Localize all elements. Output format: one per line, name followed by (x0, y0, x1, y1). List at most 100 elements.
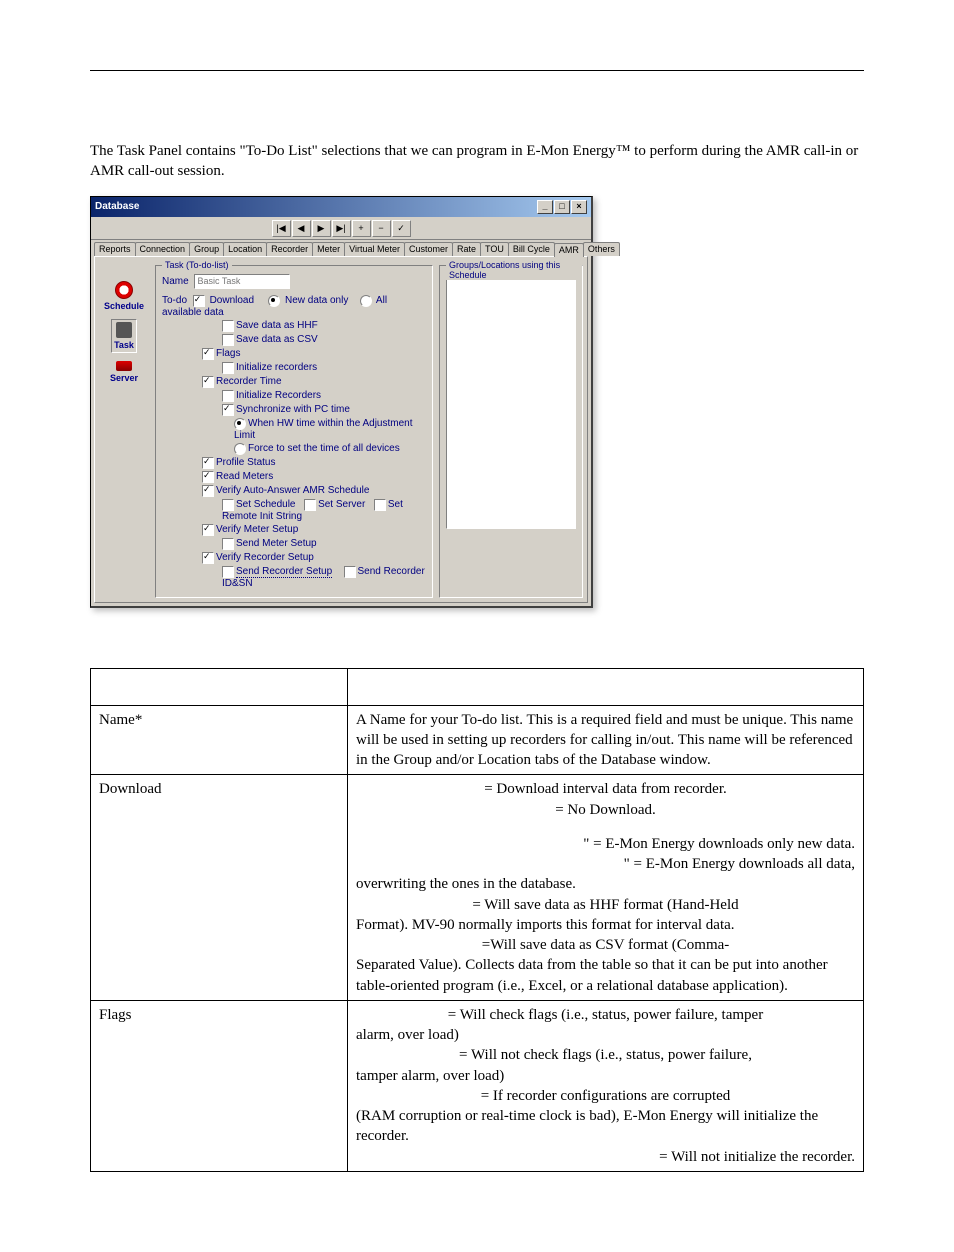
field-name-desc: A Name for your To-do list. This is a re… (348, 705, 864, 775)
set-remote-init-checkbox[interactable] (374, 499, 386, 511)
new-data-only-label: New data only (285, 295, 348, 306)
name-input[interactable]: Basic Task (194, 274, 290, 289)
download-label: Download (210, 295, 254, 306)
field-flags-cell: Flags (91, 1000, 348, 1171)
download-checkbox[interactable] (193, 295, 205, 307)
tab-reports[interactable]: Reports (94, 242, 136, 256)
table-header-blank1 (91, 668, 348, 705)
send-recorder-setup-checkbox[interactable] (222, 566, 234, 578)
window-title: Database (95, 201, 139, 212)
last-button[interactable]: ▶| (332, 220, 351, 237)
set-schedule-label: Set Schedule (236, 499, 296, 510)
field-download-cell: Download (91, 775, 348, 1001)
sidebar-label: Schedule (104, 301, 144, 311)
save-hhf-checkbox[interactable] (222, 320, 234, 332)
verify-recorder-setup-checkbox[interactable] (202, 552, 214, 564)
sidebar-item-server[interactable]: Server (110, 361, 138, 383)
when-hw-label: When HW time within the Adjustment Limit (234, 418, 413, 440)
download-line2: = No Download. (356, 800, 855, 820)
recorder-time-checkbox[interactable] (202, 376, 214, 388)
clock-icon (115, 281, 133, 299)
tab-tou[interactable]: TOU (480, 242, 509, 256)
verify-meter-setup-checkbox[interactable] (202, 524, 214, 536)
profile-status-label: Profile Status (216, 457, 275, 468)
init-recorders2-checkbox[interactable] (222, 390, 234, 402)
table-header-blank2 (348, 668, 864, 705)
intro-paragraph: The Task Panel contains "To-Do List" sel… (90, 141, 864, 182)
all-available-radio[interactable] (360, 295, 372, 307)
download-line3: " = E-Mon Energy downloads only new data… (356, 834, 855, 854)
force-set-radio[interactable] (234, 443, 246, 455)
flags-line2: = Will not check flags (i.e., status, po… (356, 1045, 855, 1086)
init-recorders-label: Initialize recorders (236, 362, 317, 373)
add-button[interactable]: + (352, 220, 371, 237)
download-line4: " = E-Mon Energy downloads all data,over… (356, 854, 855, 895)
close-button[interactable]: × (571, 200, 587, 214)
sync-pc-time-checkbox[interactable] (222, 404, 234, 416)
download-line5: = Will save data as HHF format (Hand-Hel… (356, 895, 855, 936)
record-nav-toolbar: |◀ ◀ ▶ ▶| + − ✓ (91, 217, 591, 240)
gear-icon (116, 322, 132, 338)
field-name-cell: Name* (91, 705, 348, 775)
todo-label: To-do (162, 295, 187, 306)
read-meters-checkbox[interactable] (202, 471, 214, 483)
flags-label: Flags (216, 348, 240, 359)
verify-meter-setup-label: Verify Meter Setup (216, 524, 298, 535)
tab-others[interactable]: Others (583, 242, 620, 256)
set-server-checkbox[interactable] (304, 499, 316, 511)
flags-line4: = Will not initialize the recorder. (356, 1147, 855, 1167)
set-server-label: Set Server (318, 499, 365, 510)
field-download-desc: = Download interval data from recorder. … (348, 775, 864, 1001)
sidebar-label: Task (114, 340, 134, 350)
first-button[interactable]: |◀ (272, 220, 291, 237)
right-groupbox-legend: Groups/Locations using this Schedule (446, 260, 582, 280)
new-data-only-radio[interactable] (268, 295, 280, 307)
schedule-list[interactable] (446, 272, 576, 529)
tab-recorder[interactable]: Recorder (266, 242, 313, 256)
save-csv-checkbox[interactable] (222, 334, 234, 346)
tab-connection[interactable]: Connection (135, 242, 191, 256)
tab-amr[interactable]: AMR (554, 243, 584, 257)
sidebar-item-task[interactable]: Task (111, 319, 137, 353)
titlebar: Database _ □ × (91, 197, 591, 217)
when-hw-radio[interactable] (234, 418, 246, 430)
download-line1: = Download interval data from recorder. (356, 779, 855, 799)
profile-status-checkbox[interactable] (202, 457, 214, 469)
database-window: Database _ □ × |◀ ◀ ▶ ▶| + − ✓ Reports C… (90, 196, 593, 608)
minimize-button[interactable]: _ (537, 200, 553, 214)
prev-button[interactable]: ◀ (292, 220, 311, 237)
tab-rate[interactable]: Rate (452, 242, 481, 256)
sidebar-item-schedule[interactable]: Schedule (104, 281, 144, 311)
delete-button[interactable]: − (372, 220, 391, 237)
init-recorders-checkbox[interactable] (222, 362, 234, 374)
verify-amr-checkbox[interactable] (202, 485, 214, 497)
table-row: Download = Download interval data from r… (91, 775, 864, 1001)
send-recorder-setup-label: Send Recorder Setup (236, 566, 332, 578)
task-groupbox-legend: Task (To-do-list) (162, 260, 232, 270)
send-recorder-idsn-checkbox[interactable] (344, 566, 356, 578)
tab-virtual-meter[interactable]: Virtual Meter (344, 242, 405, 256)
init-recorders2-label: Initialize Recorders (236, 390, 321, 401)
download-line6: =Will save data as CSV format (Comma-Sep… (356, 935, 855, 996)
tab-location[interactable]: Location (223, 242, 267, 256)
field-flags-desc: = Will check flags (i.e., status, power … (348, 1000, 864, 1171)
read-meters-label: Read Meters (216, 471, 273, 482)
name-label: Name (162, 276, 189, 287)
ok-button[interactable]: ✓ (392, 220, 411, 237)
recorder-time-label: Recorder Time (216, 376, 282, 387)
tab-group[interactable]: Group (189, 242, 224, 256)
send-meter-setup-checkbox[interactable] (222, 538, 234, 550)
next-button[interactable]: ▶ (312, 220, 331, 237)
tab-meter[interactable]: Meter (312, 242, 345, 256)
set-schedule-checkbox[interactable] (222, 499, 234, 511)
sidebar-label: Server (110, 373, 138, 383)
tab-customer[interactable]: Customer (404, 242, 453, 256)
flags-checkbox[interactable] (202, 348, 214, 360)
table-row: Flags = Will check flags (i.e., status, … (91, 1000, 864, 1171)
tab-bill-cycle[interactable]: Bill Cycle (508, 242, 555, 256)
verify-recorder-setup-label: Verify Recorder Setup (216, 552, 314, 563)
flags-line1: = Will check flags (i.e., status, power … (356, 1005, 855, 1046)
verify-amr-label: Verify Auto-Answer AMR Schedule (216, 485, 369, 496)
maximize-button[interactable]: □ (554, 200, 570, 214)
send-meter-setup-label: Send Meter Setup (236, 538, 317, 549)
